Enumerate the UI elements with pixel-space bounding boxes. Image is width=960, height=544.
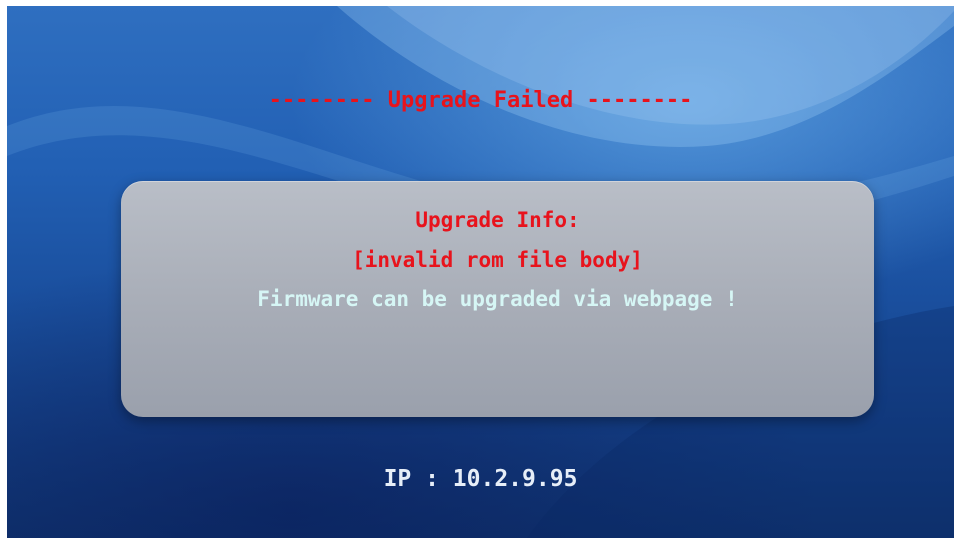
webpage-upgrade-hint: Firmware can be upgraded via webpage ! <box>257 287 738 311</box>
ip-address: IP : 10.2.9.95 <box>383 466 578 492</box>
upgrade-failed-title: -------- Upgrade Failed -------- <box>268 88 693 113</box>
upgrade-info-panel: Upgrade Info: [invalid rom file body] Fi… <box>121 181 874 417</box>
upgrade-status-screen: -------- Upgrade Failed -------- Upgrade… <box>7 6 954 538</box>
upgrade-info-heading: Upgrade Info: <box>415 208 580 232</box>
error-detail: [invalid rom file body] <box>352 248 643 272</box>
